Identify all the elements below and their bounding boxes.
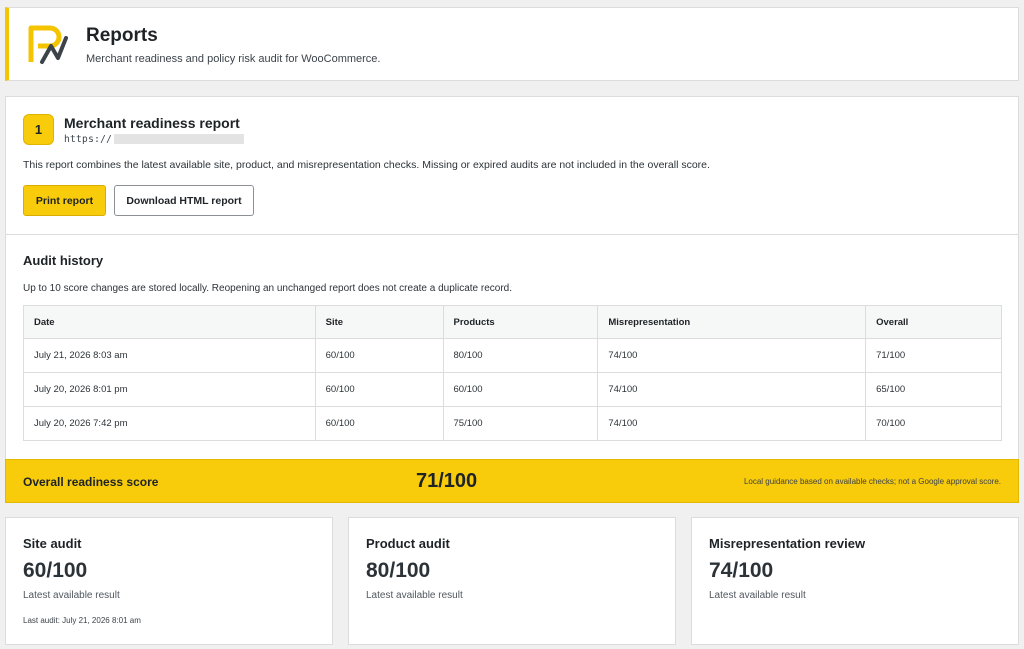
report-title: Merchant readiness report: [64, 115, 240, 131]
cell-site: 60/100: [314, 406, 444, 441]
download-html-report-button[interactable]: Download HTML report: [114, 185, 254, 216]
page-subtitle: Merchant readiness and policy risk audit…: [86, 53, 381, 65]
cell-site: 60/100: [314, 338, 444, 373]
cell-date: July 20, 2026 7:42 pm: [23, 406, 316, 441]
report-description: This report combines the latest availabl…: [23, 159, 710, 171]
product-audit-card: Product audit 80/100 Latest available re…: [348, 517, 676, 645]
overall-score-banner: Overall readiness score 71/100 Local gui…: [5, 459, 1019, 503]
product-audit-score: 80/100: [366, 559, 431, 582]
column-header-overall: Overall: [865, 305, 1002, 339]
audit-history-table: Date Site Products Misrepresentation Ove…: [23, 305, 1002, 441]
section-divider: [6, 234, 1018, 235]
misrepresentation-review-subtitle: Latest available result: [709, 590, 806, 601]
product-audit-subtitle: Latest available result: [366, 590, 463, 601]
overall-score-value: 71/100: [416, 470, 478, 492]
site-audit-subtitle: Latest available result: [23, 590, 120, 601]
report-card: 1 Merchant readiness report https:// Thi…: [5, 96, 1019, 502]
overall-score-note: Local guidance based on available checks…: [743, 477, 1001, 486]
misrepresentation-review-score: 74/100: [709, 559, 774, 582]
misrepresentation-review-card: Misrepresentation review 74/100 Latest a…: [691, 517, 1019, 645]
cell-overall: 71/100: [865, 338, 1002, 373]
site-audit-score: 60/100: [23, 559, 88, 582]
table-row: July 20, 2026 7:42 pm 60/100 75/100 74/1…: [23, 406, 1002, 441]
table-row: July 20, 2026 8:01 pm 60/100 60/100 74/1…: [23, 372, 1002, 407]
cell-products: 60/100: [442, 372, 599, 407]
column-header-site: Site: [314, 305, 444, 339]
cell-date: July 20, 2026 8:01 pm: [23, 372, 316, 407]
column-header-misrepresentation: Misrepresentation: [597, 305, 867, 339]
step-badge: 1: [23, 114, 54, 145]
site-audit-title: Site audit: [23, 536, 82, 551]
column-header-products: Products: [442, 305, 599, 339]
site-audit-last-date: Last audit: July 21, 2026 8:01 am: [23, 616, 141, 625]
cell-overall: 70/100: [865, 406, 1002, 441]
misrepresentation-review-title: Misrepresentation review: [709, 536, 866, 551]
page-header: Reports Merchant readiness and policy ri…: [5, 7, 1019, 81]
product-audit-title: Product audit: [366, 536, 450, 551]
report-url: https://: [64, 134, 113, 145]
cell-misrepresentation: 74/100: [597, 372, 867, 407]
cell-date: July 21, 2026 8:03 am: [23, 338, 316, 373]
cell-overall: 65/100: [865, 372, 1002, 407]
column-header-date: Date: [23, 305, 316, 339]
site-audit-card: Site audit 60/100 Latest available resul…: [5, 517, 333, 645]
audit-history-title: Audit history: [23, 253, 104, 268]
cell-products: 75/100: [442, 406, 599, 441]
table-header-row: Date Site Products Misrepresentation Ove…: [23, 305, 1002, 339]
url-redaction: [114, 134, 244, 144]
overall-score-label: Overall readiness score: [23, 475, 159, 489]
cell-misrepresentation: 74/100: [597, 338, 867, 373]
plugin-logo: [28, 25, 68, 64]
table-row: July 21, 2026 8:03 am 60/100 80/100 74/1…: [23, 338, 1002, 373]
page-title: Reports: [86, 25, 158, 46]
cell-products: 80/100: [442, 338, 599, 373]
cell-misrepresentation: 74/100: [597, 406, 867, 441]
print-report-button[interactable]: Print report: [23, 185, 106, 216]
cell-site: 60/100: [314, 372, 444, 407]
audit-history-description: Up to 10 score changes are stored locall…: [23, 283, 513, 294]
